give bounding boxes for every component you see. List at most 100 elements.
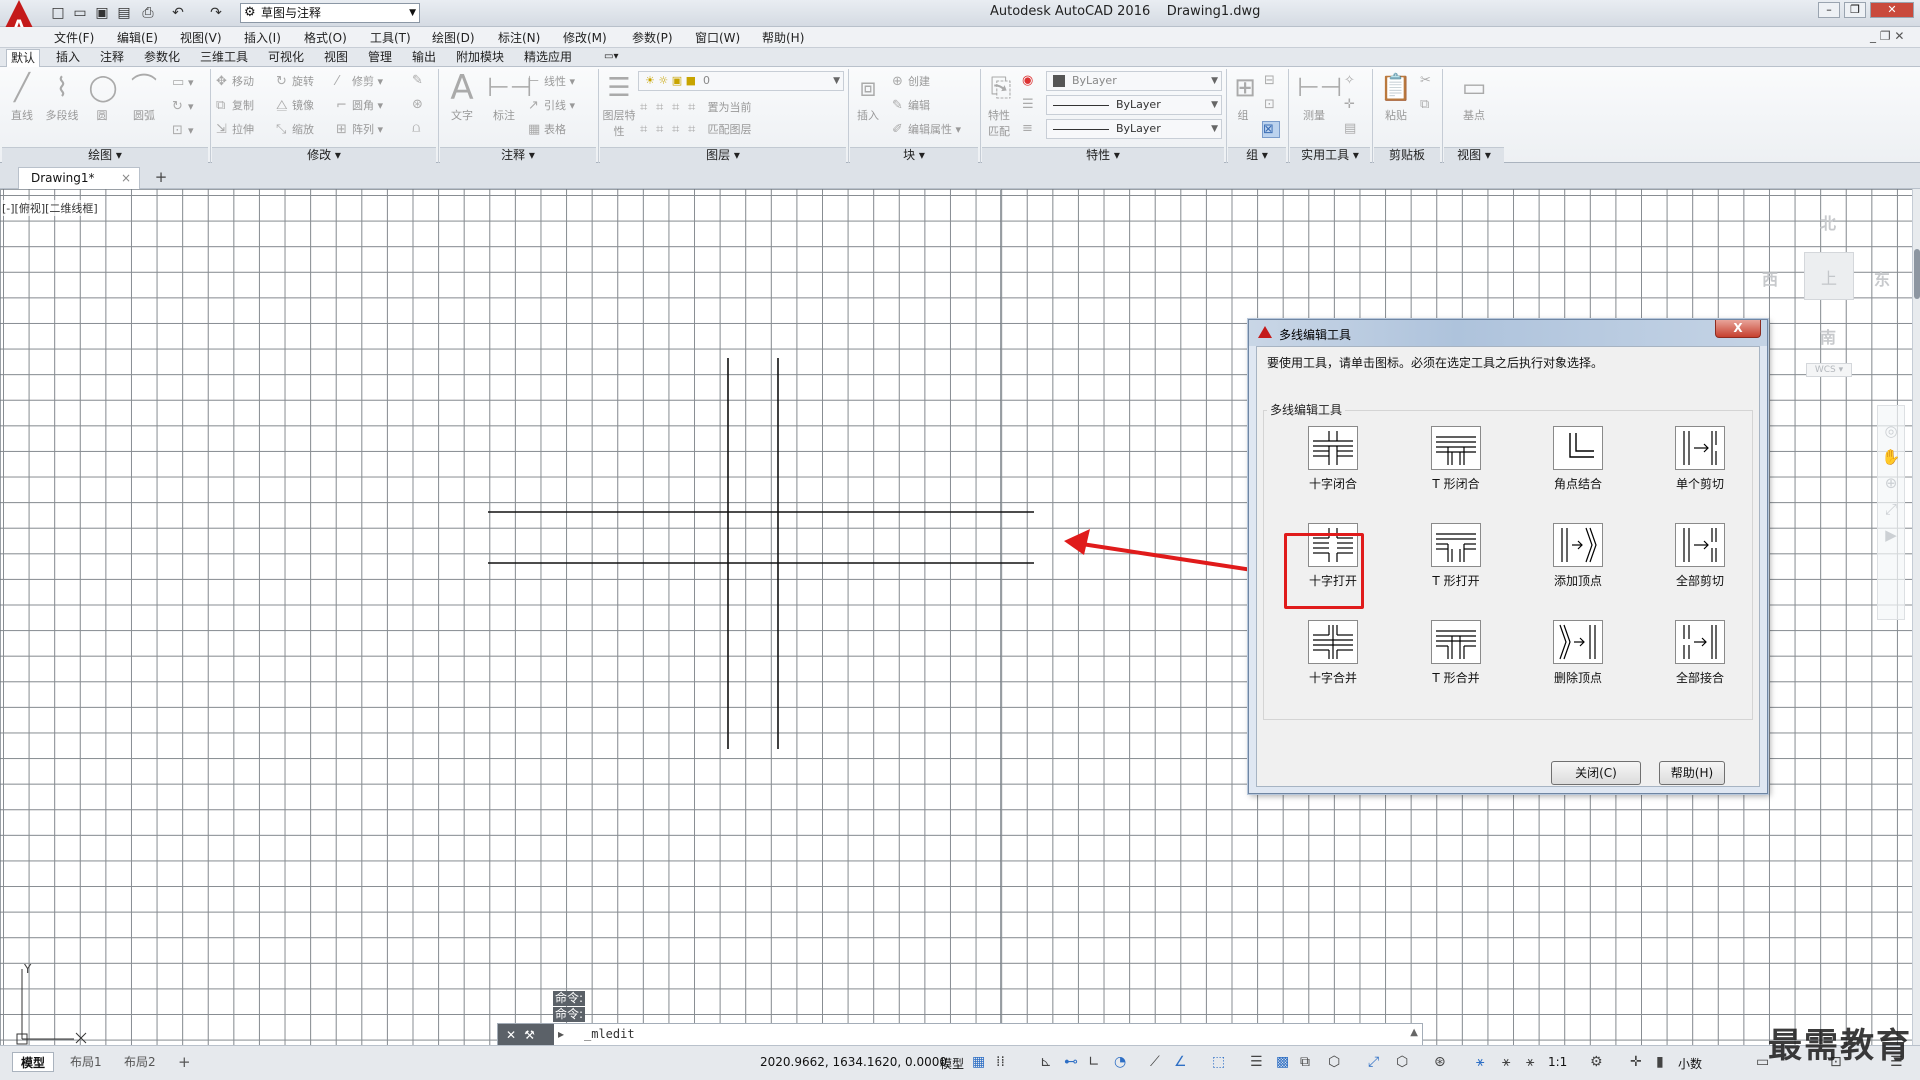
menu-dimension[interactable]: 标注(N) (498, 29, 540, 46)
isodraft-icon[interactable]: ⟋ (1150, 1054, 1160, 1070)
selection-filter-icon[interactable]: ⬡ (1396, 1054, 1408, 1070)
clipboard-panel-footer[interactable]: 剪贴板 (1374, 147, 1440, 163)
tool-merged-tee[interactable]: T 形合并 (1401, 620, 1511, 692)
erase-button[interactable]: ✎ (412, 73, 428, 88)
command-prompt-icon[interactable]: ▸ (558, 1027, 564, 1041)
tab-manage[interactable]: 管理 (364, 49, 396, 67)
tab-insert[interactable]: 插入 (52, 49, 84, 67)
gear-icon[interactable]: ⚙ (1590, 1054, 1603, 1070)
plus-icon[interactable]: ✛ (1630, 1054, 1642, 1070)
tab-layout1[interactable]: 布局1 (62, 1052, 110, 1072)
tool-cut-single[interactable]: 单个剪切 (1645, 426, 1755, 498)
undo-icon[interactable]: ↶ (168, 3, 188, 23)
tab-visualize[interactable]: 可视化 (264, 49, 308, 67)
gizmo-icon[interactable]: ⊛ (1434, 1054, 1446, 1070)
move-button[interactable]: ✥ 移动 (216, 73, 254, 89)
tab-addins[interactable]: 附加模块 (452, 49, 508, 67)
lineweight-display-icon[interactable]: ☰ (1250, 1054, 1263, 1070)
tab-view[interactable]: 视图 (320, 49, 352, 67)
annotation-panel-footer[interactable]: 注释 ▾ (440, 147, 596, 163)
saveas-icon[interactable]: ▤ (114, 3, 134, 23)
tool-closed-tee[interactable]: T 形闭合 (1401, 426, 1511, 498)
menu-modify[interactable]: 修改(M) (563, 29, 607, 46)
menu-parametric[interactable]: 参数(P) (632, 29, 673, 46)
region-button[interactable]: ⊡ ▾ (172, 123, 194, 138)
trim-button[interactable]: ⁄ 修剪 ▾ (336, 73, 383, 89)
scale-button[interactable]: ⤡ 缩放 (276, 121, 314, 137)
layers-panel-footer[interactable]: 图层 ▾ (600, 147, 846, 163)
circle-button[interactable]: ◯ 圆 (86, 71, 118, 123)
group-edit-icon[interactable]: ⊡ (1264, 97, 1280, 112)
linetype-combo[interactable]: ByLayer ▼ (1046, 95, 1222, 115)
navigation-bar[interactable]: ◎ ✋ ⊕ ⤢ ▶ (1877, 405, 1905, 620)
object-snap-tracking-icon[interactable]: ∠ (1174, 1054, 1187, 1070)
tool-weld-all[interactable]: 全部接合 (1645, 620, 1755, 692)
viewcube-east[interactable]: 东 (1874, 266, 1890, 290)
block-panel-footer[interactable]: 块 ▾ (850, 147, 978, 163)
leader-button[interactable]: ↗ 引线 ▾ (528, 97, 575, 113)
ribbon-toggle-icon[interactable]: ▭▾ (600, 49, 622, 67)
dynamic-ucs-icon[interactable]: ⤢ (1368, 1054, 1379, 1070)
menu-insert[interactable]: 插入(I) (244, 29, 281, 46)
mdi-controls[interactable]: _ ❐ ✕ (1870, 29, 1904, 43)
text-button[interactable]: A 文字 (444, 71, 480, 123)
modify-panel-footer[interactable]: 修改 ▾ (212, 147, 436, 163)
fillet-button[interactable]: ⌐ 圆角 ▾ (336, 97, 383, 113)
transparency-icon[interactable]: ▩ (1276, 1054, 1289, 1070)
new-tab-button[interactable]: + (152, 169, 170, 187)
measure-button[interactable]: ⊢⊣ 测量 (1294, 71, 1342, 123)
draw-panel-footer[interactable]: 绘图 ▾ (2, 147, 208, 163)
annotation-scale-value[interactable]: 1:1 (1548, 1055, 1567, 1069)
line-button[interactable]: ╱ 直线 (4, 71, 40, 123)
linear-dim-button[interactable]: ⊢ 线性 ▾ (528, 73, 575, 89)
arc-button[interactable]: ⌒ 圆弧 (124, 71, 164, 123)
layer-tools-row1[interactable]: ⌗ ⌗ ⌗ ⌗ 置为当前 (640, 99, 752, 115)
rotate-button[interactable]: ↻ 旋转 (276, 73, 314, 89)
restore-button[interactable]: ❐ (1844, 2, 1866, 18)
color-combo[interactable]: ByLayer ▼ (1046, 71, 1222, 91)
scrollbar-thumb[interactable] (1914, 249, 1920, 299)
ungroup-icon[interactable]: ⊟ (1264, 73, 1280, 88)
menu-view[interactable]: 视图(V) (180, 29, 222, 46)
tool-cut-all[interactable]: 全部剪切 (1645, 523, 1755, 595)
vertical-scrollbar[interactable] (1912, 189, 1920, 1045)
wcs-menu[interactable]: WCS ▾ (1806, 363, 1852, 377)
tool-add-vertex[interactable]: 添加顶点 (1523, 523, 1633, 595)
create-block-button[interactable]: ⊕ 创建 (892, 73, 930, 89)
lineweight-combo[interactable]: ByLayer ▼ (1046, 119, 1222, 139)
layer-tools-row2[interactable]: ⌗ ⌗ ⌗ ⌗ 匹配图层 (640, 121, 752, 137)
dialog-close-text-button[interactable]: 关闭(C) (1551, 761, 1641, 785)
plot-icon[interactable]: ⎙ (138, 3, 158, 23)
paste-button[interactable]: 📋 粘贴 (1376, 71, 1416, 123)
edit-attributes-button[interactable]: ✐ 编辑属性 ▾ (892, 121, 961, 137)
menu-edit[interactable]: 编辑(E) (117, 29, 158, 46)
menu-file[interactable]: 文件(F) (54, 29, 94, 46)
wrench-icon[interactable]: ⚒ (524, 1028, 535, 1042)
layer-properties-button[interactable]: ☰ 图层特性 (602, 71, 636, 139)
base-view-button[interactable]: ▭ 基点 (1446, 71, 1502, 123)
document-tab-drawing1[interactable]: Drawing1* × (18, 167, 140, 189)
tab-model[interactable]: 模型 (12, 1052, 55, 1072)
annotation-visibility-icon[interactable]: ⚹ (1476, 1054, 1484, 1070)
auto-scale-icon[interactable]: ⚹ (1502, 1054, 1510, 1070)
cut-icon[interactable]: ✂ (1420, 73, 1436, 88)
polyline-button[interactable]: ⌇ 多段线 (42, 71, 82, 123)
redo-icon[interactable]: ↷ (206, 3, 226, 23)
close-icon[interactable]: × (121, 168, 131, 188)
snap-icon[interactable]: ⁞⁞ (996, 1054, 1005, 1070)
point-icon[interactable]: ✛ (1344, 97, 1360, 112)
quick-properties-icon[interactable]: ▮ (1656, 1054, 1664, 1070)
rectangle-button[interactable]: ▭ ▾ (172, 75, 194, 90)
match-properties-button[interactable]: ⎘ 特性匹配 (984, 71, 1014, 139)
properties-panel-footer[interactable]: 特性 ▾ (982, 147, 1224, 163)
tab-output[interactable]: 输出 (408, 49, 440, 67)
chevron-up-icon[interactable]: ▲ (1410, 1027, 1418, 1038)
group-button[interactable]: ⊞ 组 (1228, 71, 1258, 123)
menu-help[interactable]: 帮助(H) (762, 29, 804, 46)
edit-block-button[interactable]: ✎ 编辑 (892, 97, 930, 113)
command-input[interactable] (584, 1027, 1284, 1041)
close-icon[interactable]: ✕ (506, 1028, 516, 1042)
dialog-help-button[interactable]: 帮助(H) (1659, 761, 1725, 785)
quick-select-icon[interactable]: ✧ (1344, 73, 1360, 88)
tool-corner-joint[interactable]: 角点结合 (1523, 426, 1633, 498)
